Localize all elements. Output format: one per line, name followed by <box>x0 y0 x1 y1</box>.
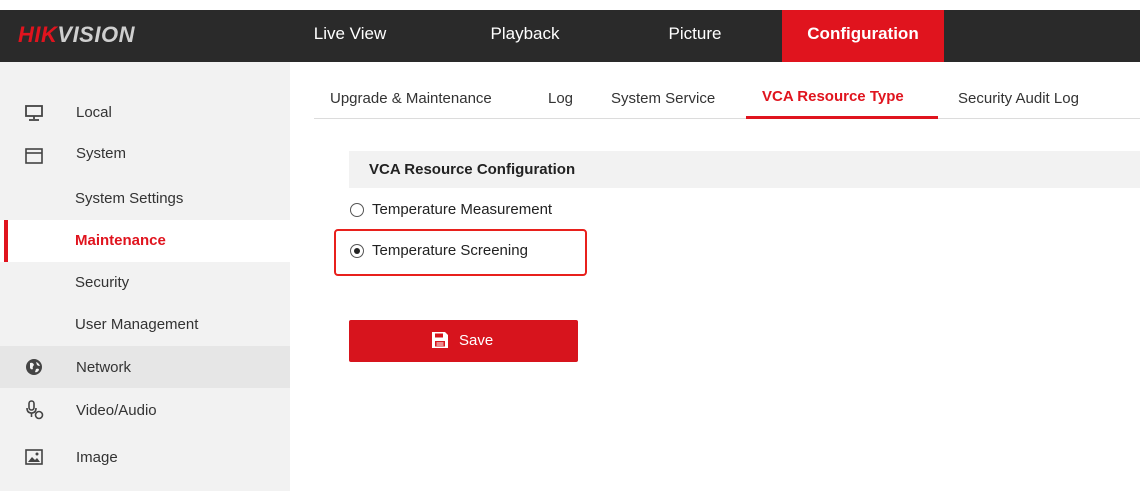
nav-live-view[interactable]: Live View <box>300 10 400 62</box>
nav-playback[interactable]: Playback <box>470 10 580 62</box>
sidebar-item-network[interactable]: Network <box>0 346 290 388</box>
tab-upgrade-maintenance[interactable]: Upgrade & Maintenance <box>330 90 492 107</box>
radio-button[interactable] <box>350 203 364 217</box>
sidebar-item-system-settings[interactable]: System Settings <box>0 178 290 220</box>
sidebar-item-security[interactable]: Security <box>0 262 290 304</box>
active-tab-underline <box>746 116 938 119</box>
sidebar-item-system[interactable]: System <box>0 135 290 177</box>
tab-log[interactable]: Log <box>548 90 573 107</box>
sidebar-item-user-management[interactable]: User Management <box>0 304 290 346</box>
sidebar-item-video-audio[interactable]: Video/Audio <box>0 389 290 431</box>
sidebar-item-label: Video/Audio <box>76 402 157 419</box>
sidebar-item-label: System <box>76 145 127 162</box>
save-button-label: Save <box>459 332 494 349</box>
sidebar-item-label: Image <box>76 449 118 466</box>
sidebar-item-label: Maintenance <box>75 232 166 249</box>
nav-configuration[interactable]: Configuration <box>782 10 944 62</box>
tab-security-audit-log[interactable]: Security Audit Log <box>958 90 1079 107</box>
sidebar-item-label: Local <box>76 104 112 121</box>
floppy-disk-icon <box>432 332 448 348</box>
sidebar-item-local[interactable]: Local <box>0 92 290 134</box>
top-navigation-bar: HIKVISION Live View Playback Picture Con… <box>0 10 1140 62</box>
monitor-icon <box>25 105 43 121</box>
sidebar-item-label: Security <box>75 274 130 291</box>
save-button[interactable]: Save <box>349 320 578 362</box>
window-icon <box>25 148 43 164</box>
radio-button[interactable] <box>350 244 364 258</box>
section-title: VCA Resource Configuration <box>369 161 576 178</box>
selected-indicator <box>4 220 8 262</box>
sidebar-item-image[interactable]: Image <box>0 436 290 478</box>
microphone-camera-icon <box>26 400 44 420</box>
sidebar: Local System System Settings Maintenance… <box>0 62 290 491</box>
globe-icon <box>26 359 42 375</box>
tab-system-service[interactable]: System Service <box>611 90 715 107</box>
option-label: Temperature Measurement <box>372 201 553 218</box>
tab-vca-resource-type[interactable]: VCA Resource Type <box>762 88 904 105</box>
sidebar-item-label: User Management <box>75 316 199 333</box>
nav-picture[interactable]: Picture <box>640 10 750 62</box>
option-label: Temperature Screening <box>372 242 528 259</box>
sidebar-item-label: Network <box>76 359 132 376</box>
tab-bar: Upgrade & Maintenance Log System Service… <box>314 62 1140 119</box>
hikvision-logo: HIKVISION <box>18 22 135 47</box>
sidebar-item-maintenance[interactable]: Maintenance <box>0 220 290 262</box>
sidebar-item-label: System Settings <box>75 190 184 207</box>
image-icon <box>25 449 43 465</box>
section-header: VCA Resource Configuration <box>349 151 1140 188</box>
